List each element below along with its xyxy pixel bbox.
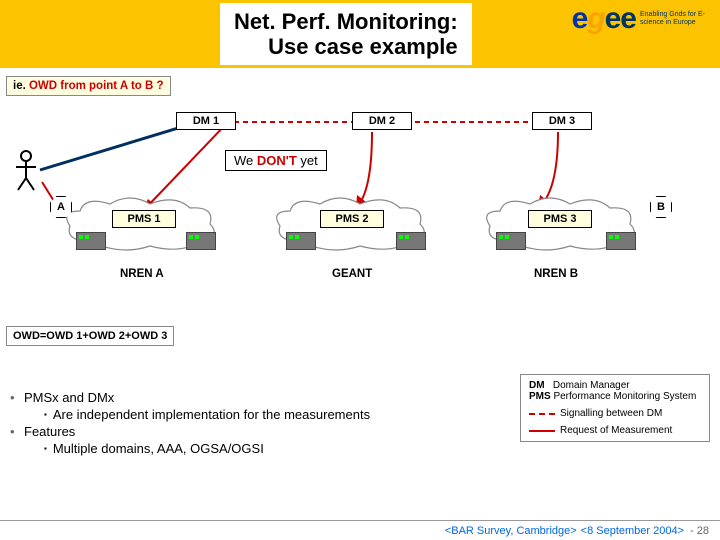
page-title: Net. Perf. Monitoring: Use case example: [234, 9, 458, 60]
overlay-post: yet: [297, 153, 318, 168]
header-bar: Net. Perf. Monitoring: Use case example …: [0, 0, 720, 68]
dm-3-box: DM 3: [532, 112, 592, 130]
dashed-line-icon: [529, 413, 555, 415]
endpoint-a: A: [50, 196, 72, 218]
router-icon: [186, 232, 216, 250]
title-line-1: Net. Perf. Monitoring:: [234, 9, 458, 34]
router-icon: [606, 232, 636, 250]
owd-formula: OWD=OWD 1+OWD 2+OWD 3: [13, 330, 167, 342]
nren-a-label: NREN A: [120, 268, 164, 280]
pms-3-label: PMS 3: [543, 213, 576, 225]
bullet-list: •PMSx and DMx ▪Are independent implement…: [10, 390, 520, 458]
title-line-2: Use case example: [268, 34, 458, 59]
router-icon: [496, 232, 526, 250]
router-icon: [396, 232, 426, 250]
pms-2-box: PMS 2: [320, 210, 384, 228]
footer-page: - 28: [690, 525, 709, 537]
footer-bar: <BAR Survey, Cambridge> <8 September 200…: [0, 520, 720, 540]
solid-line-icon: [529, 430, 555, 432]
geant-label: GEANT: [332, 268, 372, 280]
legend-sig-text: Signalling between DM: [560, 408, 662, 419]
dm-3-label: DM 3: [549, 115, 575, 127]
dm-2-label: DM 2: [369, 115, 395, 127]
dm-1-label: DM 1: [193, 115, 219, 127]
legend-box: DM Domain Manager PMS Performance Monito…: [520, 374, 710, 442]
endpoint-b: B: [650, 196, 672, 218]
dont-yet-overlay: We DON'T yet: [225, 150, 327, 171]
user-icon: [12, 150, 40, 197]
egee-logo: egee Enabling Grids for E-science in Eur…: [572, 2, 712, 36]
footer-survey: <BAR Survey, Cambridge>: [445, 525, 577, 537]
pms-2-label: PMS 2: [335, 213, 368, 225]
endpoint-a-label: A: [57, 201, 65, 213]
dm-1-box: DM 1: [176, 112, 236, 130]
diagram-area: DM 1 DM 2 DM 3 We DON'T yet PMS 1 PMS 2 …: [0, 92, 720, 322]
title-box: Net. Perf. Monitoring: Use case example: [220, 3, 472, 66]
owd-formula-box: OWD=OWD 1+OWD 2+OWD 3: [6, 326, 174, 346]
router-icon: [76, 232, 106, 250]
footer-date: <8 September 2004>: [581, 525, 684, 537]
bullet-2-sub: Multiple domains, AAA, OGSA/OGSI: [53, 441, 264, 456]
callout-prefix: ie.: [13, 80, 29, 92]
endpoint-b-label: B: [657, 201, 665, 213]
callout-main: OWD from point A to B ?: [29, 80, 164, 92]
legend-request: Request of Measurement: [529, 425, 701, 436]
router-icon: [286, 232, 316, 250]
bullet-1: PMSx and DMx: [24, 390, 114, 405]
logo-tagline: Enabling Grids for E-science in Europe: [640, 11, 712, 26]
legend-req-text: Request of Measurement: [560, 425, 672, 436]
legend-pms: PMS Performance Monitoring System: [529, 391, 701, 402]
bullet-1-sub: Are independent implementation for the m…: [53, 407, 370, 422]
dm-2-box: DM 2: [352, 112, 412, 130]
legend-dm: DM Domain Manager: [529, 380, 701, 391]
pms-1-label: PMS 1: [127, 213, 160, 225]
pms-1-box: PMS 1: [112, 210, 176, 228]
nren-b-label: NREN B: [534, 268, 578, 280]
logo-glyph: egee: [572, 2, 636, 36]
legend-signalling: Signalling between DM: [529, 408, 701, 419]
pms-3-box: PMS 3: [528, 210, 592, 228]
overlay-dont: DON'T: [257, 153, 297, 168]
overlay-pre: We: [234, 153, 257, 168]
bullet-2: Features: [24, 424, 75, 439]
